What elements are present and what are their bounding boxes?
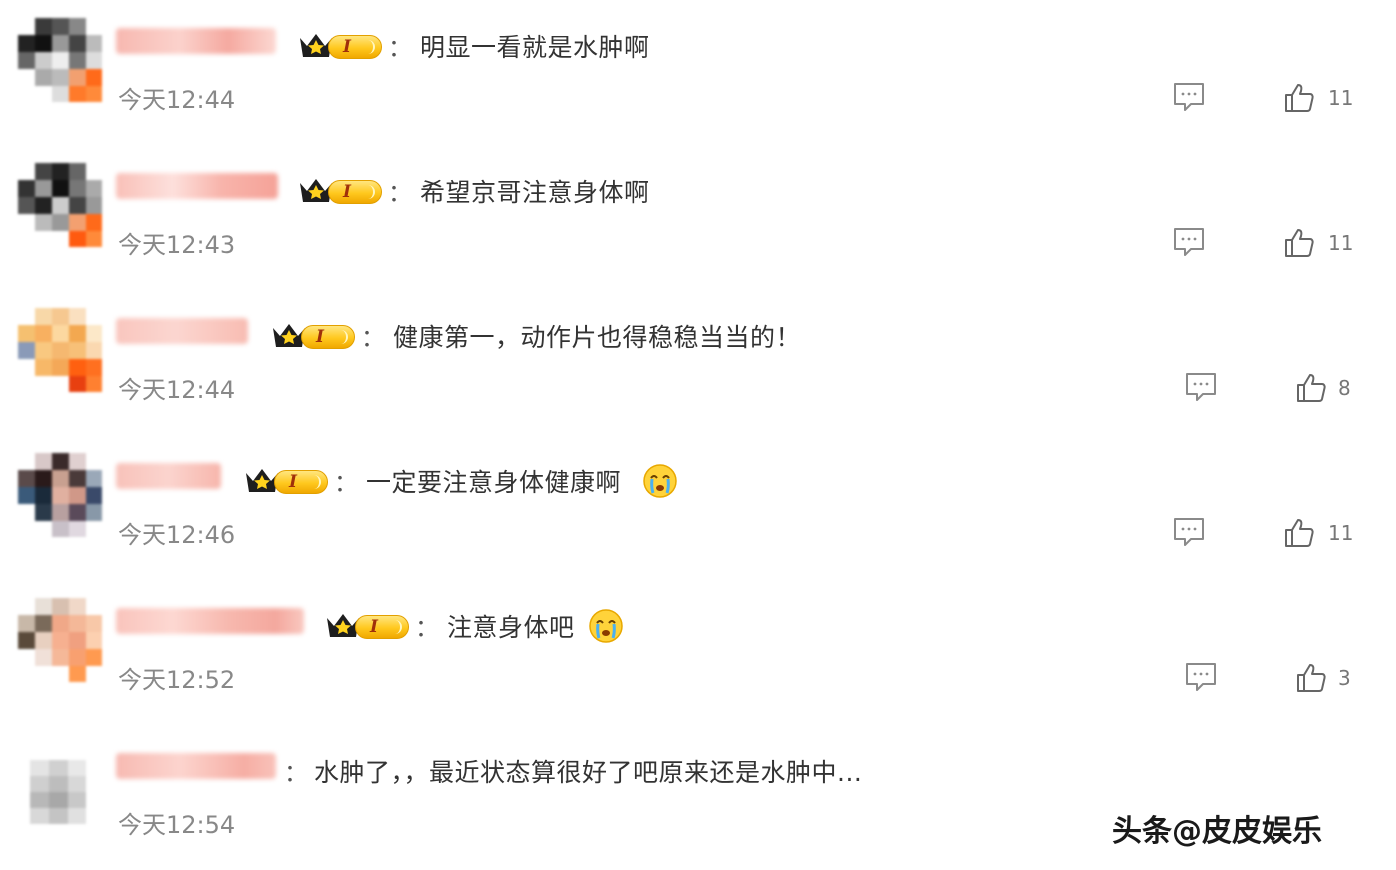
comment-text: 健康第一，动作片也得稳稳当当的！ — [393, 323, 802, 352]
thumbs-up-icon[interactable] — [1283, 517, 1315, 549]
avatar[interactable] — [30, 760, 86, 824]
colon: ： — [388, 179, 412, 207]
username-blurred[interactable] — [116, 173, 278, 199]
comment-bubble-icon[interactable] — [1184, 370, 1218, 404]
watermark: 头条@皮皮娱乐 — [1112, 814, 1322, 849]
comment-text: 水肿了，，最近状态算很好了吧原来还是水肿中... — [314, 758, 863, 787]
comment-text: 明显一看就是水肿啊 — [420, 33, 650, 62]
like-count: 11 — [1328, 231, 1354, 255]
avatar[interactable] — [18, 163, 102, 247]
comment-text: 注意身体吧 — [447, 613, 575, 642]
colon: ： — [284, 759, 308, 787]
comment-time: 今天12:46 — [118, 521, 236, 549]
comment-bubble-icon[interactable] — [1172, 80, 1206, 114]
comment-bubble-icon[interactable] — [1184, 660, 1218, 694]
member-badge[interactable]: I — [271, 320, 357, 352]
colon: ： — [415, 614, 439, 642]
avatar[interactable] — [18, 453, 102, 537]
comment-bubble-icon[interactable] — [1172, 515, 1206, 549]
avatar[interactable] — [18, 18, 102, 102]
like-count: 8 — [1338, 376, 1351, 400]
comment-text: 希望京哥注意身体啊 — [420, 178, 650, 207]
thumbs-up-icon[interactable] — [1295, 372, 1327, 404]
username-blurred[interactable] — [116, 28, 276, 54]
crying-face-icon — [589, 609, 623, 643]
username-blurred[interactable] — [116, 318, 248, 344]
comment-item: I ： 注意身体吧 今天12:52 3 — [0, 580, 1396, 725]
username-blurred[interactable] — [116, 753, 276, 779]
badge-level: I — [343, 37, 351, 57]
comment-item: I ： 希望京哥注意身体啊 今天12:43 11 — [0, 145, 1396, 290]
crying-face-icon — [643, 464, 677, 498]
badge-level: I — [370, 617, 378, 637]
member-badge[interactable]: I — [298, 175, 384, 207]
colon: ： — [334, 469, 358, 497]
thumbs-up-icon[interactable] — [1295, 662, 1327, 694]
comment-time: 今天12:54 — [118, 811, 236, 839]
member-badge[interactable]: I — [244, 465, 330, 497]
like-count: 11 — [1328, 521, 1354, 545]
member-badge[interactable]: I — [298, 30, 384, 62]
avatar[interactable] — [18, 308, 102, 392]
comment-time: 今天12:44 — [118, 86, 236, 114]
member-badge[interactable]: I — [325, 610, 411, 642]
thumbs-up-icon[interactable] — [1283, 227, 1315, 259]
like-count: 11 — [1328, 86, 1354, 110]
comment-time: 今天12:44 — [118, 376, 236, 404]
badge-level: I — [343, 182, 351, 202]
comment-time: 今天12:43 — [118, 231, 236, 259]
comment-item: I ： 一定要注意身体健康啊 今天12:46 11 — [0, 435, 1396, 580]
comment-bubble-icon[interactable] — [1172, 225, 1206, 259]
username-blurred[interactable] — [116, 608, 304, 634]
like-count: 3 — [1338, 666, 1351, 690]
thumbs-up-icon[interactable] — [1283, 82, 1315, 114]
comment-time: 今天12:52 — [118, 666, 236, 694]
comment-item: I ： 明显一看就是水肿啊 今天12:44 11 — [0, 0, 1396, 145]
colon: ： — [361, 324, 385, 352]
comment-text: 一定要注意身体健康啊 — [366, 468, 622, 497]
avatar[interactable] — [18, 598, 102, 682]
badge-level: I — [289, 472, 297, 492]
colon: ： — [388, 34, 412, 62]
username-blurred[interactable] — [116, 463, 221, 489]
comment-item: I ： 健康第一，动作片也得稳稳当当的！ 今天12:44 8 — [0, 290, 1396, 435]
badge-level: I — [316, 327, 324, 347]
